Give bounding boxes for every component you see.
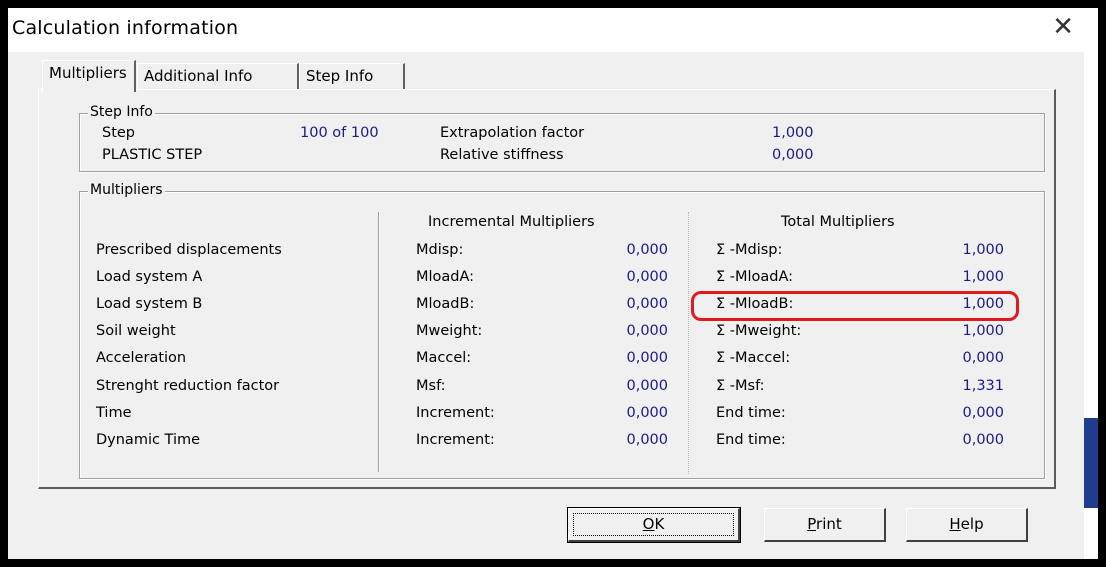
total-name: Σ -Mweight:: [716, 323, 802, 339]
total-name: Σ -Maccel:: [716, 350, 791, 366]
incremental-name: Increment:: [416, 405, 495, 421]
phase-label: PLASTIC STEP: [102, 147, 203, 163]
incremental-value: 0,000: [626, 323, 668, 339]
help-button[interactable]: Help: [906, 508, 1028, 542]
row-label: Dynamic Time: [96, 432, 201, 448]
incremental-name: Mweight:: [416, 323, 483, 339]
total-name: End time:: [716, 405, 786, 421]
row-label: Load system A: [96, 269, 203, 285]
step-label: Step: [102, 125, 136, 141]
column-divider-dotted: [688, 212, 689, 474]
incremental-name: MloadB:: [416, 296, 475, 312]
incremental-name: Maccel:: [416, 350, 472, 366]
tab-additional-info[interactable]: Additional Info: [137, 63, 299, 89]
background-window-edge: [1084, 418, 1098, 508]
total-value: 0,000: [962, 350, 1004, 366]
msf-highlight-annotation: [691, 291, 1019, 321]
title-bar: Calculation information ✕: [8, 8, 1084, 52]
print-mnemonic: P: [807, 515, 817, 533]
print-label: rint: [816, 515, 842, 533]
ok-button[interactable]: OK: [567, 507, 741, 543]
step-info-legend: Step Info: [88, 104, 155, 120]
incremental-value: 0,000: [626, 405, 668, 421]
incremental-name: MloadA:: [416, 269, 475, 285]
incremental-value: 0,000: [626, 242, 668, 258]
close-icon[interactable]: ✕: [1052, 12, 1074, 42]
row-label: Load system B: [96, 296, 203, 312]
column-divider: [378, 212, 379, 472]
row-label: Soil weight: [96, 323, 176, 339]
help-label: elp: [960, 515, 984, 533]
incremental-name: Increment:: [416, 432, 495, 448]
incremental-value: 0,000: [626, 378, 668, 394]
incremental-value: 0,000: [626, 432, 668, 448]
total-name: Σ -MloadA:: [716, 269, 794, 285]
window-title: Calculation information: [12, 17, 239, 39]
total-value: 0,000: [962, 432, 1004, 448]
total-value: 1,000: [962, 269, 1004, 285]
total-name: Σ -Mdisp:: [716, 242, 783, 258]
step-value: 100 of 100: [300, 125, 379, 141]
focus-rect: [573, 513, 734, 536]
row-label: Acceleration: [96, 350, 187, 366]
multipliers-tab-panel: Step Info Step 100 of 100 PLASTIC STEP E…: [38, 89, 1056, 489]
total-name: Σ -Msf:: [716, 378, 765, 394]
total-value: 1,000: [962, 242, 1004, 258]
tab-multipliers[interactable]: Multipliers: [42, 60, 136, 92]
incremental-name: Msf:: [416, 378, 446, 394]
calculation-info-dialog: Calculation information ✕ Multipliers Ad…: [8, 8, 1084, 559]
incremental-value: 0,000: [626, 350, 668, 366]
total-value: 1,331: [962, 378, 1004, 394]
print-button[interactable]: Print: [764, 508, 886, 542]
row-label: Time: [96, 405, 132, 421]
multipliers-legend: Multipliers: [88, 182, 165, 198]
row-label: Strenght reduction factor: [96, 378, 280, 394]
tab-step-info[interactable]: Step Info: [299, 63, 405, 89]
help-mnemonic: H: [949, 515, 961, 533]
background-strip: [1084, 8, 1098, 559]
incremental-name: Mdisp:: [416, 242, 464, 258]
extrapolation-label: Extrapolation factor: [440, 125, 585, 141]
stiffness-label: Relative stiffness: [440, 147, 564, 163]
total-name: End time:: [716, 432, 786, 448]
row-label: Prescribed displacements: [96, 242, 282, 258]
stiffness-value: 0,000: [772, 147, 814, 163]
total-value: 1,000: [962, 323, 1004, 339]
total-header: Total Multipliers: [781, 214, 895, 230]
extrapolation-value: 1,000: [772, 125, 814, 141]
incremental-header: Incremental Multipliers: [428, 214, 595, 230]
incremental-value: 0,000: [626, 296, 668, 312]
multipliers-group: Multipliers Incremental Multipliers Tota…: [79, 182, 1045, 479]
incremental-value: 0,000: [626, 269, 668, 285]
total-value: 0,000: [962, 405, 1004, 421]
step-info-group: Step Info Step 100 of 100 PLASTIC STEP E…: [79, 104, 1045, 172]
